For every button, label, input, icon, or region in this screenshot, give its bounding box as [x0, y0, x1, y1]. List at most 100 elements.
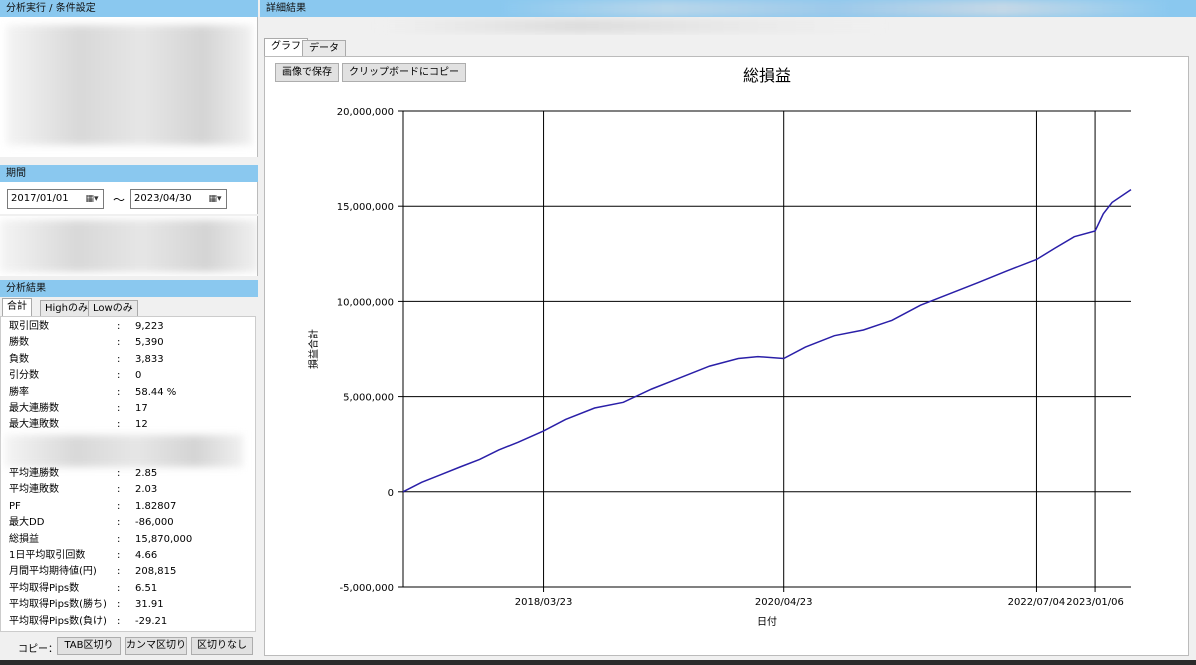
stat-value: 4.66 — [135, 550, 158, 561]
stat-value: 1.82807 — [135, 500, 177, 512]
stat-value: 15,870,000 — [135, 533, 193, 545]
stat-label: 総損益 — [9, 533, 39, 545]
result-stats: 取引回数: 9,223 勝数: 5,390 負数: 3,833 引分数: 0 勝率: 58.44 … — [0, 316, 256, 632]
stat-row: 引分数: 0 — [1, 368, 257, 384]
end-date-value: 2023/04/30 — [134, 193, 192, 204]
stat-label: 負数 — [9, 353, 29, 365]
blurred-settings-area — [0, 216, 258, 276]
stat-value: 0 — [135, 370, 142, 382]
stat-label: 取引回数 — [9, 321, 49, 332]
copy-comma-button[interactable]: カンマ区切り — [125, 637, 187, 655]
x-tick-label: 2018/03/23 — [515, 597, 573, 608]
x-tick-label: 2022/07/04 — [1008, 597, 1066, 608]
blurred-settings — [0, 220, 257, 272]
stat-row: 1日平均取引回数: 4.66 — [1, 548, 257, 564]
stat-label: 引分数 — [9, 370, 39, 382]
y-tick-label: 15,000,000 — [337, 202, 394, 213]
copy-tab-button[interactable]: TAB区切り — [57, 637, 121, 655]
stat-colon: : — [117, 566, 121, 578]
stat-label: 勝率 — [9, 386, 29, 398]
stat-row: PF: 1.82807 — [1, 499, 257, 515]
stat-label: 最大連勝数 — [9, 403, 59, 414]
right-panel: 詳細結果 グラフ データ 画像で保存 クリップボードにコピー 総損益 -5,000… — [260, 0, 1196, 665]
blurred-header-strip — [500, 0, 1170, 17]
stat-row: 総損益: 15,870,000 — [1, 532, 257, 548]
stat-value: 3,833 — [135, 353, 164, 365]
y-tick-label: 10,000,000 — [337, 297, 394, 308]
stat-row: 平均取得Pips数(勝ち): 31.91 — [1, 597, 257, 613]
copy-none-button[interactable]: 区切りなし — [191, 637, 253, 655]
stat-colon: : — [117, 321, 121, 332]
taskbar-edge — [0, 660, 1196, 665]
stat-value: 6.51 — [135, 582, 158, 594]
stat-label: PF — [9, 500, 21, 512]
stat-label: 平均連勝数 — [9, 468, 59, 479]
range-tilde: ～ — [113, 193, 126, 207]
condition-header: 分析実行 / 条件設定 — [0, 0, 258, 17]
copy-label: コピー： — [18, 644, 58, 655]
stat-row: 月間平均期待値(円): 208,815 — [1, 564, 257, 580]
stat-value: -86,000 — [135, 517, 174, 529]
stat-value: -29.21 — [135, 615, 168, 627]
blurred-header-info — [500, 0, 1170, 17]
stat-label: 最大連敗数 — [9, 419, 59, 431]
total-pnl-chart: 総損益 -5,000,000 0 5,000,000 10,000,000 15,000,… — [307, 66, 1132, 628]
blurred-subheader — [380, 19, 880, 33]
stat-row: 最大連敗数: 12 — [1, 417, 257, 433]
stat-value: 208,815 — [135, 566, 177, 578]
calendar-dropdown-icon[interactable]: ▦▾ — [83, 192, 101, 206]
stat-row: 平均取得Pips数: 6.51 — [1, 581, 257, 597]
stat-value: 2.03 — [135, 484, 158, 496]
stat-colon: : — [117, 582, 121, 594]
period-panel: 2017/01/01 ▦▾ ～ 2023/04/30 ▦▾ — [0, 182, 258, 214]
stat-value: 31.91 — [135, 599, 164, 611]
stat-colon: : — [117, 599, 121, 611]
stat-label: 平均取得Pips数(負け) — [9, 615, 107, 627]
stat-label: 月間平均期待値(円) — [9, 566, 97, 578]
y-axis-label: 損益合計 — [307, 329, 320, 369]
stat-value: 17 — [135, 403, 148, 414]
stat-row: 平均連敗数: 2.03 — [1, 482, 257, 498]
stat-colon: : — [117, 484, 121, 496]
stat-row: 最大DD: -86,000 — [1, 515, 257, 531]
end-date-picker[interactable]: 2023/04/30 ▦▾ — [130, 189, 227, 209]
stat-colon: : — [117, 419, 121, 431]
pnl-series-line — [402, 188, 1132, 493]
start-date-value: 2017/01/01 — [11, 193, 69, 204]
stat-colon: : — [117, 615, 121, 627]
y-tick-label: -5,000,000 — [339, 583, 394, 594]
x-tick-label: 2023/01/06 — [1066, 597, 1124, 608]
y-tick-label: 20,000,000 — [337, 107, 394, 118]
stat-label: 勝数 — [9, 337, 29, 349]
start-date-picker[interactable]: 2017/01/01 ▦▾ — [7, 189, 104, 209]
result-tabs: 合計 Highのみ Lowのみ — [0, 298, 258, 316]
result-header: 分析結果 — [0, 280, 258, 297]
tab-high-only[interactable]: Highのみ — [40, 300, 93, 316]
stat-value: 5,390 — [135, 337, 164, 349]
tab-data[interactable]: データ — [302, 40, 346, 56]
stat-row: 負数: 3,833 — [1, 352, 257, 368]
stat-colon: : — [117, 403, 121, 414]
stat-value: 58.44 % — [135, 386, 177, 398]
stat-value: 9,223 — [135, 321, 164, 332]
tab-total[interactable]: 合計 — [2, 298, 32, 316]
chart-title: 総損益 — [743, 66, 791, 85]
x-tick-label: 2020/04/23 — [755, 597, 813, 608]
calendar-dropdown-icon[interactable]: ▦▾ — [206, 192, 224, 206]
blurred-conditions — [6, 25, 252, 145]
stat-colon: : — [117, 337, 121, 349]
tab-low-only[interactable]: Lowのみ — [88, 300, 138, 316]
stat-colon: : — [117, 517, 121, 529]
stat-colon: : — [117, 370, 121, 382]
copy-bar: コピー： TAB区切り カンマ区切り 区切りなし — [0, 636, 258, 658]
y-tick-label: 0 — [388, 488, 394, 499]
blurred-stat-rows — [5, 435, 243, 467]
y-tick-label: 5,000,000 — [343, 393, 394, 404]
stat-colon: : — [117, 386, 121, 398]
stat-row: 平均連勝数: 2.85 — [1, 466, 257, 482]
period-header: 期間 — [0, 165, 258, 182]
stat-label: 1日平均取引回数 — [9, 550, 86, 561]
stat-label: 最大DD — [9, 517, 45, 529]
stat-label: 平均取得Pips数(勝ち) — [9, 599, 107, 611]
detail-subheader — [260, 17, 1196, 35]
